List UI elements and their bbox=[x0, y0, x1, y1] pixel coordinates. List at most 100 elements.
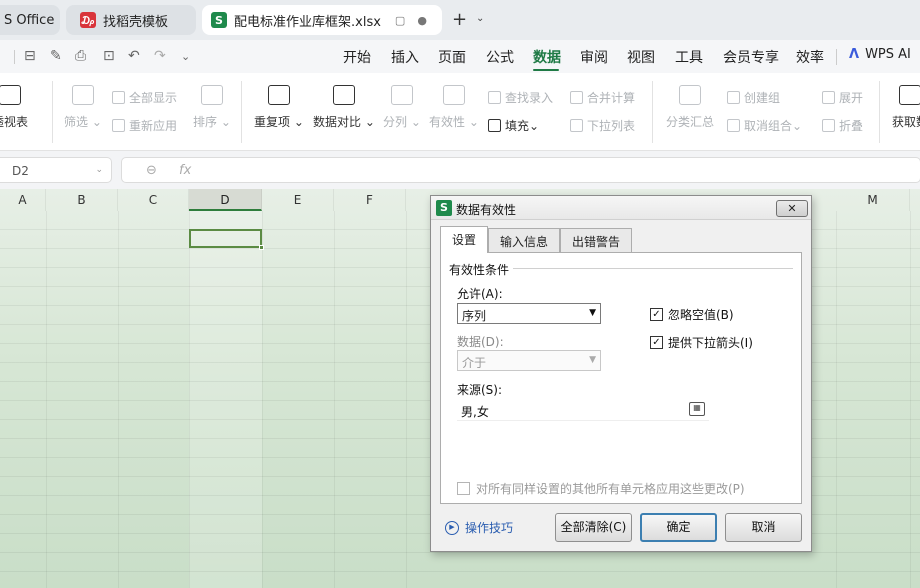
print-icon[interactable]: ⎙ bbox=[75, 48, 86, 64]
column-header-e[interactable]: E bbox=[262, 189, 334, 211]
menu-home[interactable]: 开始 bbox=[343, 47, 371, 67]
tab-settings[interactable]: 设置 bbox=[440, 226, 488, 253]
tips-link[interactable]: ▶ 操作技巧 bbox=[445, 519, 513, 536]
ungroup-button[interactable]: 取消组合 ⌄ bbox=[727, 117, 802, 134]
brush-icon[interactable]: ✎ bbox=[50, 48, 62, 64]
chevron-down-icon[interactable]: ⌄ bbox=[181, 50, 190, 63]
show-all-button[interactable]: 全部显示 bbox=[112, 89, 177, 106]
tab-file[interactable]: S 配电标准作业库框架.xlsx ▢ ● bbox=[202, 5, 442, 35]
ok-button[interactable]: 确定 bbox=[640, 513, 717, 542]
source-input[interactable]: 男,女 bbox=[457, 399, 709, 421]
check-icon: ✓ bbox=[650, 308, 663, 321]
divider bbox=[241, 81, 242, 143]
merge-calc-button[interactable]: 合并计算 bbox=[570, 89, 635, 106]
allow-select[interactable]: 序列 ▼ bbox=[457, 303, 601, 324]
menu-tools[interactable]: 工具 bbox=[675, 47, 703, 67]
column-header-c[interactable]: C bbox=[118, 189, 189, 211]
gridline bbox=[0, 552, 920, 553]
redo-icon[interactable]: ↷ bbox=[154, 48, 166, 64]
menu-member[interactable]: 会员专享 bbox=[723, 47, 779, 67]
fill-button[interactable]: 填充 ⌄ bbox=[488, 117, 539, 134]
ignore-blank-checkbox[interactable]: ✓ 忽略空值(B) bbox=[650, 306, 734, 323]
duplicates-button[interactable]: 重复项 ⌄ bbox=[254, 85, 304, 130]
menu-insert[interactable]: 插入 bbox=[391, 47, 419, 67]
column-header-a[interactable]: A bbox=[0, 189, 46, 211]
new-tab-button[interactable]: + bbox=[452, 9, 467, 30]
range-picker-icon[interactable]: ▦ bbox=[689, 402, 705, 416]
wps-ai-icon: Ʌ bbox=[849, 47, 860, 62]
gridline bbox=[262, 211, 263, 588]
filter-label: 筛选 bbox=[64, 115, 89, 129]
menu-formula[interactable]: 公式 bbox=[486, 47, 514, 67]
fill-handle[interactable] bbox=[259, 245, 264, 250]
tab-wps-office[interactable]: S Office bbox=[0, 5, 60, 35]
zoom-icon[interactable]: ⊖ bbox=[146, 163, 157, 178]
window-icon[interactable]: ▢ bbox=[395, 14, 405, 27]
undo-icon[interactable]: ↶ bbox=[128, 48, 140, 64]
fx-icon[interactable]: fx bbox=[179, 163, 191, 178]
tab-label: S Office bbox=[4, 12, 55, 28]
duplicates-label: 重复项 bbox=[254, 115, 291, 129]
name-box[interactable]: D2 ⌄ bbox=[0, 157, 112, 183]
validation-icon bbox=[442, 85, 465, 105]
dropdown-list-button[interactable]: 下拉列表 bbox=[570, 117, 635, 134]
menu-row: ⊟ ✎ ⎙ ⊡ ↶ ↷ ⌄ 开始 插入 页面 公式 数据 审阅 视图 工具 会员… bbox=[0, 40, 920, 73]
pivot-table-button[interactable]: 透视表 bbox=[0, 85, 28, 130]
chevron-down-icon[interactable]: ⌄ bbox=[95, 165, 103, 175]
column-header-m[interactable]: M bbox=[836, 189, 910, 211]
cancel-button[interactable]: 取消 bbox=[725, 513, 802, 542]
source-label: 来源(S): bbox=[457, 383, 503, 397]
checkbox-box bbox=[457, 482, 470, 495]
column-header-f[interactable]: F bbox=[334, 189, 406, 211]
expand-button[interactable]: 展开 bbox=[822, 89, 863, 106]
tab-template[interactable]: ₯ 找稻壳模板 bbox=[66, 5, 196, 35]
sort-button[interactable]: 排序 ⌄ bbox=[193, 85, 231, 130]
create-group-button[interactable]: 创建组 bbox=[727, 89, 780, 106]
duplicates-icon bbox=[267, 85, 290, 105]
wps-ai-button[interactable]: Ʌ WPS AI bbox=[849, 47, 911, 62]
save-icon[interactable]: ⊟ bbox=[24, 48, 36, 64]
reapply-button[interactable]: 重新应用 bbox=[112, 117, 177, 134]
tab-error-alert[interactable]: 出错警告 bbox=[560, 228, 632, 252]
menu-efficiency[interactable]: 效率 bbox=[796, 47, 824, 67]
tips-label: 操作技巧 bbox=[465, 521, 514, 535]
menu-data[interactable]: 数据 bbox=[533, 47, 561, 67]
settings-panel: 有效性条件 允许(A): 序列 ▼ 数据(D): 介于 ▼ ✓ 忽略空值(B) … bbox=[440, 252, 802, 504]
menu-page[interactable]: 页面 bbox=[438, 47, 466, 67]
menu-view[interactable]: 视图 bbox=[627, 47, 655, 67]
validation-button[interactable]: 有效性 ⌄ bbox=[429, 85, 479, 130]
subtotal-icon bbox=[679, 85, 701, 105]
collapse-label: 折叠 bbox=[839, 119, 864, 133]
expand-icon bbox=[822, 91, 835, 104]
data-compare-button[interactable]: 数据对比 ⌄ bbox=[313, 85, 375, 130]
split-column-button[interactable]: 分列 ⌄ bbox=[383, 85, 421, 130]
dropdown-arrow-checkbox[interactable]: ✓ 提供下拉箭头(I) bbox=[650, 334, 753, 351]
gridline bbox=[406, 211, 407, 588]
close-button[interactable]: ✕ bbox=[776, 200, 808, 217]
collapse-button[interactable]: 折叠 bbox=[822, 117, 863, 134]
ignore-blank-label: 忽略空值(B) bbox=[668, 308, 734, 322]
lookup-entry-button[interactable]: 查找录入 bbox=[488, 89, 553, 106]
unsaved-dot-icon: ● bbox=[417, 13, 427, 27]
print-preview-icon[interactable]: ⊡ bbox=[103, 48, 115, 64]
merge-calc-label: 合并计算 bbox=[587, 91, 636, 105]
chevron-down-icon[interactable]: ⌄ bbox=[476, 13, 484, 24]
gridline bbox=[334, 211, 335, 588]
fill-icon bbox=[488, 119, 501, 132]
wps-ai-label: WPS AI bbox=[865, 47, 911, 62]
column-header-d[interactable]: D bbox=[189, 189, 262, 211]
subtotal-button[interactable]: 分类汇总 bbox=[666, 85, 714, 130]
apply-all-checkbox[interactable]: 对所有同样设置的其他所有单元格应用这些更改(P) bbox=[457, 480, 745, 497]
formula-input[interactable] bbox=[121, 157, 920, 183]
source-value: 男,女 bbox=[461, 405, 489, 419]
clear-all-button[interactable]: 全部清除(C) bbox=[555, 513, 632, 542]
get-data-button[interactable]: 获取数 bbox=[892, 85, 920, 130]
data-select[interactable]: 介于 ▼ bbox=[457, 350, 601, 371]
tab-input-message[interactable]: 输入信息 bbox=[488, 228, 560, 252]
get-data-icon bbox=[899, 85, 920, 105]
column-header-b[interactable]: B bbox=[46, 189, 118, 211]
filter-button[interactable]: 筛选 ⌄ bbox=[64, 85, 102, 130]
menu-review[interactable]: 审阅 bbox=[580, 47, 608, 67]
dialog-titlebar[interactable]: S 数据有效性 ✕ bbox=[431, 196, 811, 220]
selected-cell[interactable] bbox=[189, 229, 264, 250]
